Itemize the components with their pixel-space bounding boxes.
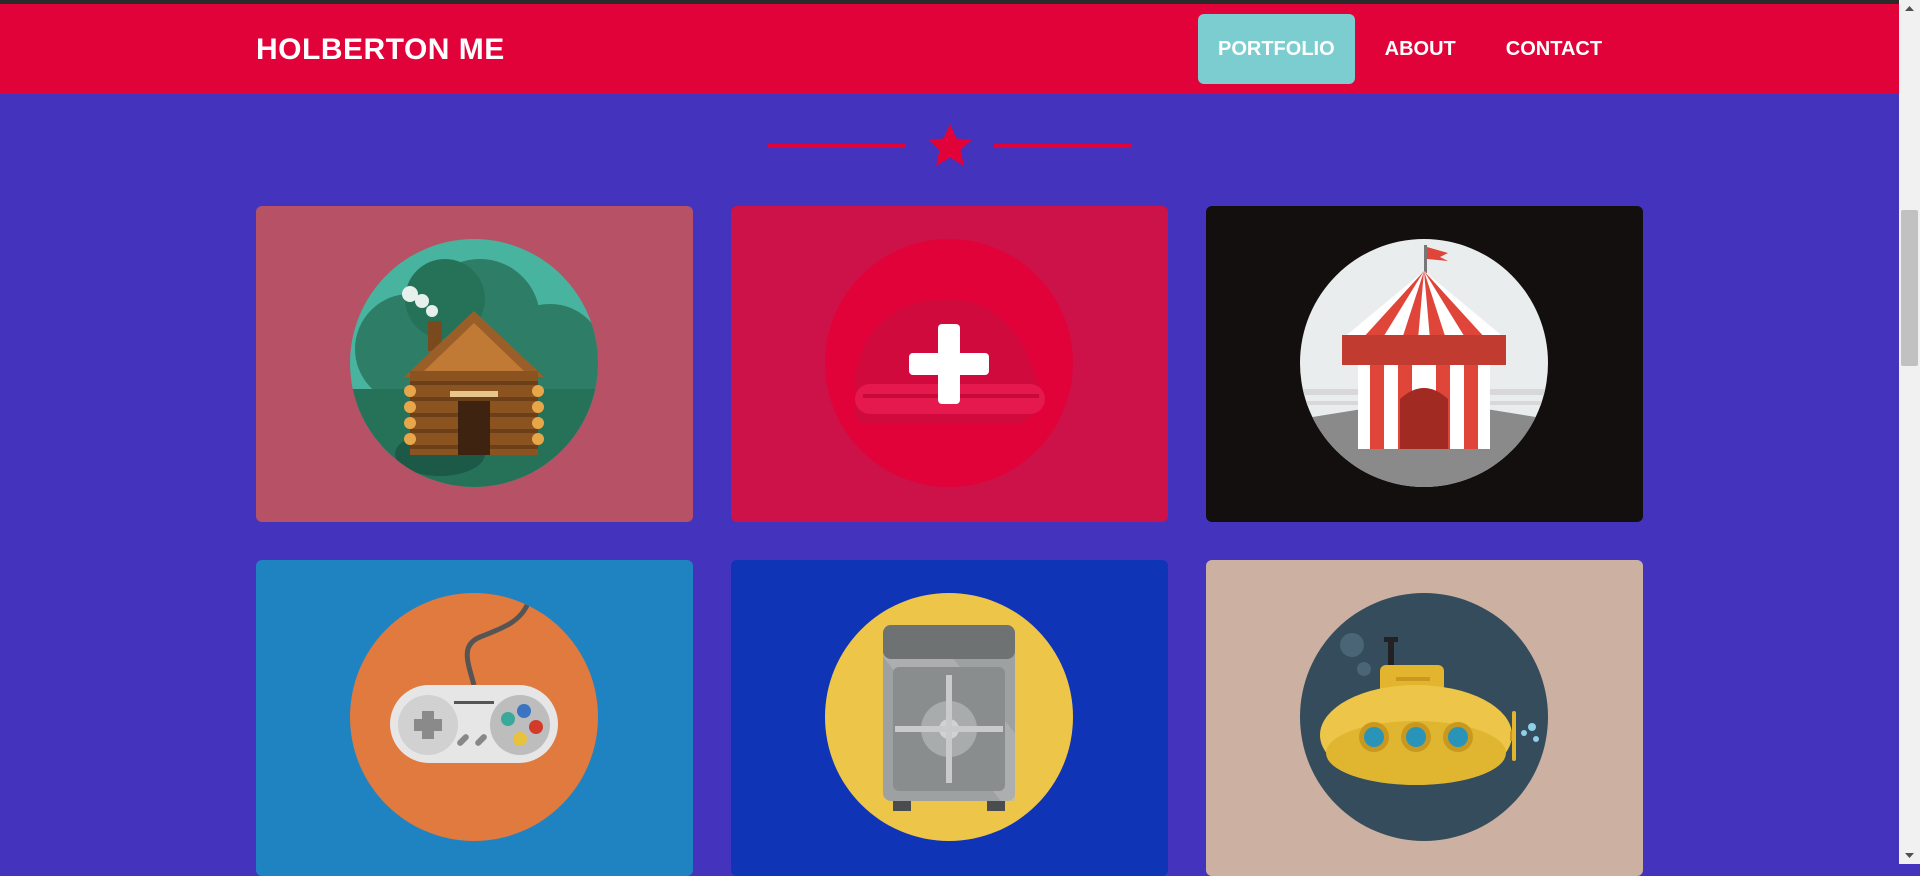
portfolio-item-submarine[interactable] [1206,560,1643,876]
scroll-down-arrow-icon[interactable] [1899,847,1920,864]
game-controller-icon [350,593,598,841]
portfolio-item-circus[interactable] [1206,206,1643,522]
section-divider [768,124,1132,174]
nav-item-about[interactable]: ABOUT [1365,14,1476,84]
log-cabin-icon [350,239,598,487]
divider-line-left [768,144,906,148]
nav-item-portfolio[interactable]: PORTFOLIO [1198,14,1355,84]
circus-tent-icon [1300,239,1548,487]
portfolio-item-cabin[interactable] [256,206,693,522]
submarine-icon [1300,593,1548,841]
vertical-scrollbar[interactable] [1899,0,1920,864]
divider-line-right [994,144,1132,148]
portfolio-item-safe[interactable] [731,560,1168,876]
star-icon [928,124,972,166]
brand-logo-text[interactable]: HOLBERTON ME [256,33,505,67]
portfolio-item-hovered[interactable] [731,206,1168,522]
scrollbar-thumb[interactable] [1901,210,1918,366]
portfolio-item-controller[interactable] [256,560,693,876]
navbar: HOLBERTON ME PORTFOLIO ABOUT CONTACT [0,4,1899,94]
add-overlay-plus-icon [825,239,1073,487]
scroll-up-arrow-icon[interactable] [1899,0,1920,17]
safe-icon [825,593,1073,841]
main-nav: PORTFOLIO ABOUT CONTACT [1198,14,1632,84]
nav-item-contact[interactable]: CONTACT [1486,14,1622,84]
